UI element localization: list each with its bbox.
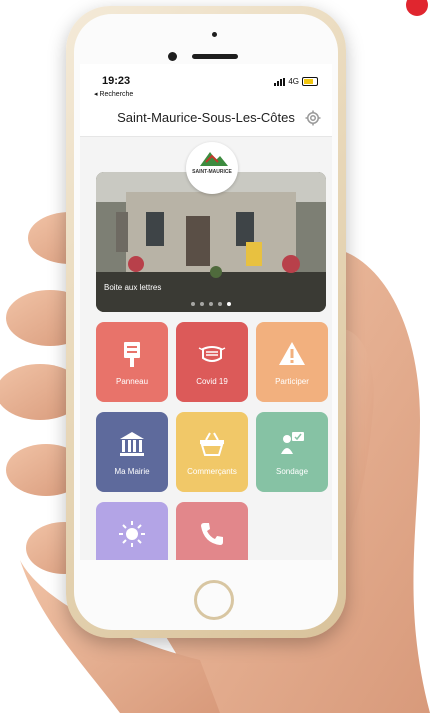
signpost-icon — [124, 342, 140, 367]
tile-label: Covid 19 — [196, 377, 228, 386]
settings-gear-icon[interactable] — [304, 109, 322, 127]
carousel-dot[interactable] — [200, 302, 204, 306]
network-type: 4G — [288, 77, 299, 86]
home-button[interactable] — [194, 580, 234, 620]
tile-meteo[interactable] — [96, 502, 168, 560]
carousel-dots — [96, 302, 326, 306]
proximity-sensor — [212, 32, 217, 37]
status-bar: 19:23 ◂ Recherche 4G — [80, 64, 332, 100]
logo-text: SAINT-MAURICE — [192, 169, 232, 175]
app-header: Saint-Maurice-Sous-Les-Côtes — [80, 100, 332, 137]
tile-covid19[interactable]: Covid 19 — [176, 322, 248, 402]
status-indicators: 4G — [274, 77, 318, 86]
earpiece-speaker — [192, 54, 238, 59]
tile-participer[interactable]: Participer — [256, 322, 328, 402]
tile-label: Participer — [275, 377, 309, 386]
battery-icon — [302, 77, 318, 86]
app-title: Saint-Maurice-Sous-Les-Côtes — [117, 110, 295, 125]
phone-screen: 19:23 ◂ Recherche 4G Saint-Maurice-Sous-… — [80, 64, 332, 560]
mask-icon — [198, 346, 226, 362]
hero-caption: Boite aux lettres — [104, 283, 162, 292]
town-hall-icon — [120, 432, 144, 456]
tile-ma-mairie[interactable]: Ma Mairie — [96, 412, 168, 492]
carousel-dot-active[interactable] — [227, 302, 231, 306]
front-camera — [168, 52, 177, 61]
tile-panneau[interactable]: Panneau — [96, 322, 168, 402]
phone-icon — [201, 523, 223, 545]
tile-contact[interactable] — [176, 502, 248, 560]
tile-label: Panneau — [115, 377, 149, 386]
tile-label: Ma Mairie — [114, 467, 150, 476]
poll-icon — [281, 432, 304, 454]
basket-icon — [200, 432, 224, 456]
tile-sondage[interactable]: Sondage — [256, 412, 328, 492]
signal-icon — [274, 77, 286, 86]
warning-icon — [279, 342, 305, 365]
carousel-dot[interactable] — [218, 302, 222, 306]
back-to-search-link[interactable]: ◂ Recherche — [94, 90, 133, 98]
tile-commercants[interactable]: Commerçants — [176, 412, 248, 492]
carousel-dot[interactable] — [191, 302, 195, 306]
tile-label: Commerçants — [187, 467, 237, 476]
carousel-dot[interactable] — [209, 302, 213, 306]
status-time: 19:23 — [102, 75, 131, 87]
sun-icon — [119, 521, 145, 547]
municipality-logo: SAINT-MAURICE — [186, 142, 238, 194]
mountain-logo-icon — [200, 152, 228, 166]
tile-label: Sondage — [275, 467, 309, 476]
